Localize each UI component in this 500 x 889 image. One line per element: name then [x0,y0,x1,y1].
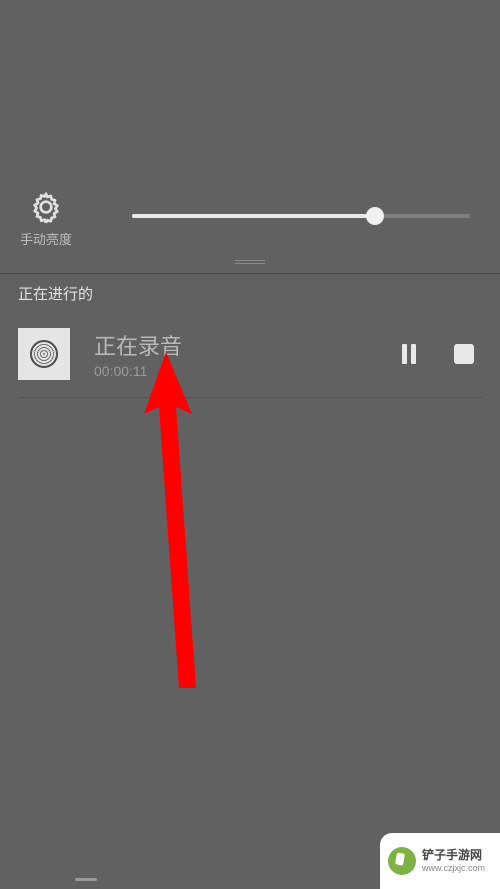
notification-timer: 00:00:11 [94,363,402,379]
brightness-control-panel: 手动亮度 [0,180,500,258]
stop-button[interactable] [454,344,474,364]
slider-thumb[interactable] [366,207,384,225]
pause-button[interactable] [402,344,416,364]
slider-fill [132,214,375,218]
watermark-title: 铲子手游网 [422,848,485,862]
brightness-mode-toggle[interactable]: 手动亮度 [20,191,72,248]
brightness-slider[interactable] [132,206,470,226]
recording-notification[interactable]: 正在录音 00:00:11 [18,324,482,384]
divider [0,273,500,274]
panel-drag-handle[interactable] [235,260,265,264]
shovel-icon [388,847,416,875]
divider [18,397,482,398]
microphone-icon [30,340,58,368]
ongoing-section-header: 正在进行的 [18,283,93,304]
notification-controls [402,344,474,364]
notification-text: 正在录音 00:00:11 [94,329,402,379]
gear-icon [30,191,62,223]
recorder-app-icon [18,328,70,380]
watermark: 铲子手游网 www.czjxjc.com [380,833,500,889]
watermark-url: www.czjxjc.com [422,863,485,874]
annotation-arrow [144,352,224,697]
notification-title: 正在录音 [94,329,402,361]
brightness-mode-label: 手动亮度 [20,229,72,248]
nav-hint [75,878,97,881]
